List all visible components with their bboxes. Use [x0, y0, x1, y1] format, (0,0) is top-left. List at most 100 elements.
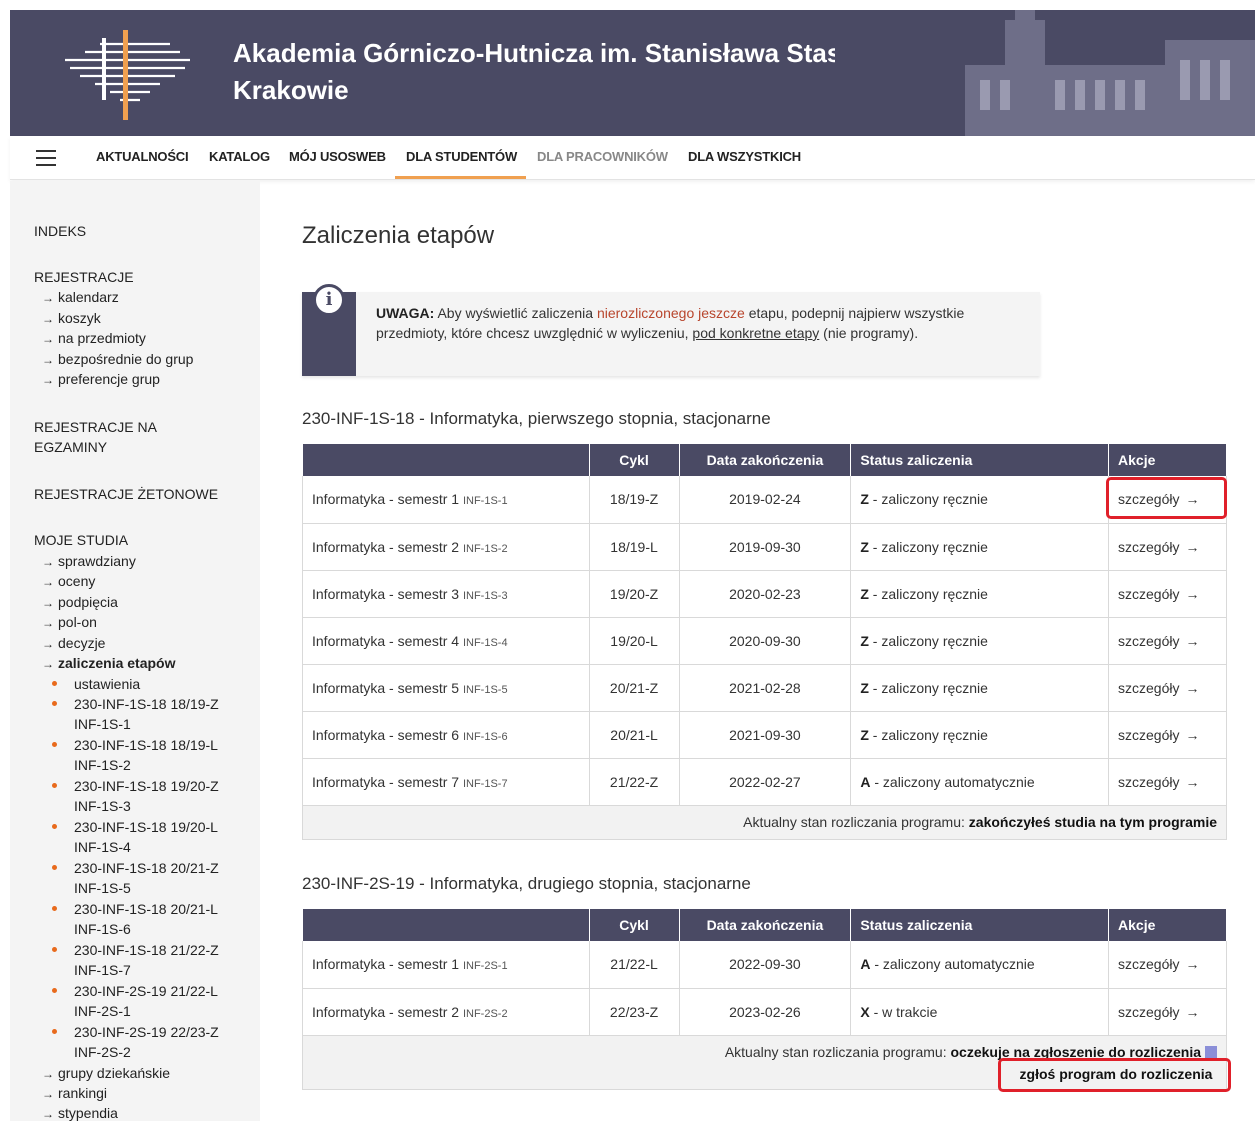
sidebar-link-grupy-dziekanskie[interactable]: → grupy dziekańskie — [42, 1063, 170, 1084]
stage-status: Z - zaliczony ręcznie — [850, 570, 1110, 618]
stage-cycle: 22/23-Z — [589, 988, 680, 1036]
stage-date: 2021-09-30 — [679, 711, 852, 759]
details-link[interactable]: szczegóły → — [1108, 523, 1227, 571]
active-tab-indicator — [395, 176, 526, 179]
stage-status: A - zaliczony automatycznie — [850, 941, 1110, 989]
table-row: Informatyka - semestr 2 INF-1S-2 18/19-L… — [302, 523, 1227, 571]
highlight-box — [1106, 477, 1227, 519]
table-row: Informatyka - semestr 2 INF-2S-2 22/23-Z… — [302, 988, 1227, 1036]
top-navigation: AKTUALNOŚCI KATALOG MÓJ USOSWEB DLA STUD… — [10, 136, 1255, 180]
sidebar-link-na-przedmioty[interactable]: → na przedmioty — [42, 328, 146, 349]
sidebar-link-kalendarz[interactable]: → kalendarz — [42, 287, 119, 308]
sidebar-rejestracje[interactable]: REJESTRACJE — [34, 267, 244, 287]
stage-date: 2020-09-30 — [679, 617, 852, 665]
stage-name: Informatyka - semestr 1 INF-1S-1 — [302, 476, 590, 524]
column-header: Data zakończenia — [679, 909, 852, 941]
stage-date: 2020-02-23 — [679, 570, 852, 618]
nav-dla-wszystkich[interactable]: DLA WSZYSTKICH — [688, 149, 801, 164]
stage-name: Informatyka - semestr 1 INF-2S-1 — [302, 941, 590, 989]
notice-text: UWAGA: Aby wyświetlić zaliczenia nierozl… — [376, 305, 965, 341]
stage-cycle: 20/21-L — [589, 711, 680, 759]
program-title: 230-INF-2S-19 - Informatyka, drugiego st… — [302, 874, 751, 893]
sidebar-link-bezposrednie-do-grup[interactable]: → bezpośrednie do grup — [42, 349, 193, 370]
stage-cycle: 18/19-Z — [589, 476, 680, 524]
sidebar-sub-etap[interactable]: 230-INF-1S-18 20/21-Z INF-1S-5 — [52, 858, 244, 898]
arrow-right-icon: → — [1185, 585, 1200, 602]
sidebar-sub-etap[interactable]: 230-INF-1S-18 18/19-L INF-1S-2 — [52, 735, 244, 775]
sidebar-sub-etap[interactable]: 230-INF-1S-18 18/19-Z INF-1S-1 — [52, 694, 244, 734]
nav-dla-studentow[interactable]: DLA STUDENTÓW — [406, 149, 517, 164]
highlight-box — [998, 1058, 1231, 1092]
sidebar-link-podpiecia[interactable]: → podpięcia — [42, 592, 118, 613]
table-row: Informatyka - semestr 6 INF-1S-6 20/21-L… — [302, 711, 1227, 759]
details-link[interactable]: szczegóły → — [1108, 570, 1227, 618]
table-header-row: Cykl Data zakończenia Status zaliczenia … — [302, 909, 1227, 941]
page-title: Zaliczenia etapów — [302, 222, 495, 249]
stage-status: Z - zaliczony ręcznie — [850, 617, 1110, 665]
sidebar-link-stypendia[interactable]: → stypendia — [42, 1103, 118, 1121]
sidebar-sub-etap[interactable]: 230-INF-1S-18 20/21-L INF-1S-6 — [52, 899, 244, 939]
nav-katalog[interactable]: KATALOG — [209, 149, 270, 164]
stage-status: A - zaliczony automatycznie — [850, 758, 1110, 806]
sidebar-link-rankingi[interactable]: → rankingi — [42, 1083, 107, 1104]
sidebar-sub-etap[interactable]: 230-INF-1S-18 21/22-Z INF-1S-7 — [52, 940, 244, 980]
table-header-row: Cykl Data zakończenia Status zaliczenia … — [302, 444, 1227, 476]
sidebar-link-sprawdziany[interactable]: → sprawdziany — [42, 551, 136, 572]
stage-date: 2022-02-27 — [679, 758, 852, 806]
table-row: Informatyka - semestr 7 INF-1S-7 21/22-Z… — [302, 758, 1227, 806]
stage-cycle: 21/22-L — [589, 941, 680, 989]
details-link[interactable]: szczegóły → — [1108, 758, 1227, 806]
sidebar-link-preferencje-grup[interactable]: → preferencje grup — [42, 369, 160, 390]
building-illustration-icon — [835, 10, 1255, 136]
sidebar-link-pol-on[interactable]: → pol-on — [42, 612, 97, 633]
stage-date: 2021-02-28 — [679, 664, 852, 712]
program-status: Aktualny stan rozliczania programu: zako… — [302, 805, 1227, 840]
stage-cycle: 19/20-Z — [589, 570, 680, 618]
table-row: Informatyka - semestr 3 INF-1S-3 19/20-Z… — [302, 570, 1227, 618]
details-link[interactable]: szczegóły → — [1108, 664, 1227, 712]
sidebar-sub-etap[interactable]: 230-INF-2S-19 22/23-Z INF-2S-2 — [52, 1022, 244, 1062]
details-link[interactable]: szczegóły → — [1108, 711, 1227, 759]
sidebar-sub-etap[interactable]: 230-INF-2S-19 21/22-L INF-2S-1 — [52, 981, 244, 1021]
column-header: Status zaliczenia — [850, 909, 1110, 941]
sidebar-link-decyzje[interactable]: → decyzje — [42, 633, 105, 654]
info-square-icon[interactable] — [1205, 1045, 1217, 1058]
column-header: Akcje — [1108, 444, 1227, 476]
table-row: Informatyka - semestr 5 INF-1S-5 20/21-Z… — [302, 664, 1227, 712]
arrow-right-icon: → — [1185, 1003, 1200, 1020]
sidebar-sub-etap[interactable]: 230-INF-1S-18 19/20-L INF-1S-4 — [52, 817, 244, 857]
notice-box: i UWAGA: Aby wyświetlić zaliczenia niero… — [302, 284, 1040, 376]
sidebar-link-zaliczenia-etapow[interactable]: → zaliczenia etapów — [42, 653, 175, 674]
stage-cycle: 19/20-L — [589, 617, 680, 665]
column-header: Cykl — [589, 444, 680, 476]
stage-status: X - w trakcie — [850, 988, 1110, 1036]
sidebar-moje-studia[interactable]: MOJE STUDIA — [34, 530, 244, 550]
arrow-right-icon: → — [1185, 726, 1200, 743]
agh-logo-icon[interactable] — [40, 20, 190, 125]
sidebar-sub-ustawienia[interactable]: ustawienia — [52, 674, 244, 694]
stage-name: Informatyka - semestr 4 INF-1S-4 — [302, 617, 590, 665]
sidebar-link-oceny[interactable]: → oceny — [42, 571, 95, 592]
column-header: Cykl — [589, 909, 680, 941]
sidebar-rejestracje-egzaminy[interactable]: REJESTRACJE NA EGZAMINY — [34, 417, 194, 457]
sidebar-indeks[interactable]: INDEKS — [34, 221, 244, 241]
nav-aktualnosci[interactable]: AKTUALNOŚCI — [96, 149, 189, 164]
sidebar-link-koszyk[interactable]: → koszyk — [42, 308, 101, 329]
notice-link[interactable]: pod konkretne etapy — [692, 325, 819, 341]
details-link[interactable]: szczegóły → — [1108, 941, 1227, 989]
sidebar-sub-etap[interactable]: 230-INF-1S-18 19/20-Z INF-1S-3 — [52, 776, 244, 816]
hamburger-menu-icon[interactable] — [36, 150, 56, 166]
program-status-row: Aktualny stan rozliczania programu: zako… — [302, 805, 1227, 840]
details-link[interactable]: szczegóły → — [1108, 988, 1227, 1036]
nav-moj-usosweb[interactable]: MÓJ USOSWEB — [289, 149, 386, 164]
stage-date: 2023-02-26 — [679, 988, 852, 1036]
details-link[interactable]: szczegóły → — [1108, 617, 1227, 665]
stage-date: 2019-09-30 — [679, 523, 852, 571]
column-header — [302, 909, 590, 941]
arrow-right-icon: → — [1185, 538, 1200, 555]
column-header: Data zakończenia — [679, 444, 852, 476]
nav-dla-pracownikow[interactable]: DLA PRACOWNIKÓW — [537, 149, 668, 164]
header-banner: Akademia Górniczo-Hutnicza im. Stanisław… — [10, 10, 1255, 136]
table-row: Informatyka - semestr 1 INF-1S-1 18/19-Z… — [302, 476, 1227, 524]
sidebar-rejestracje-zetonowe[interactable]: REJESTRACJE ŻETONOWE — [34, 484, 244, 504]
